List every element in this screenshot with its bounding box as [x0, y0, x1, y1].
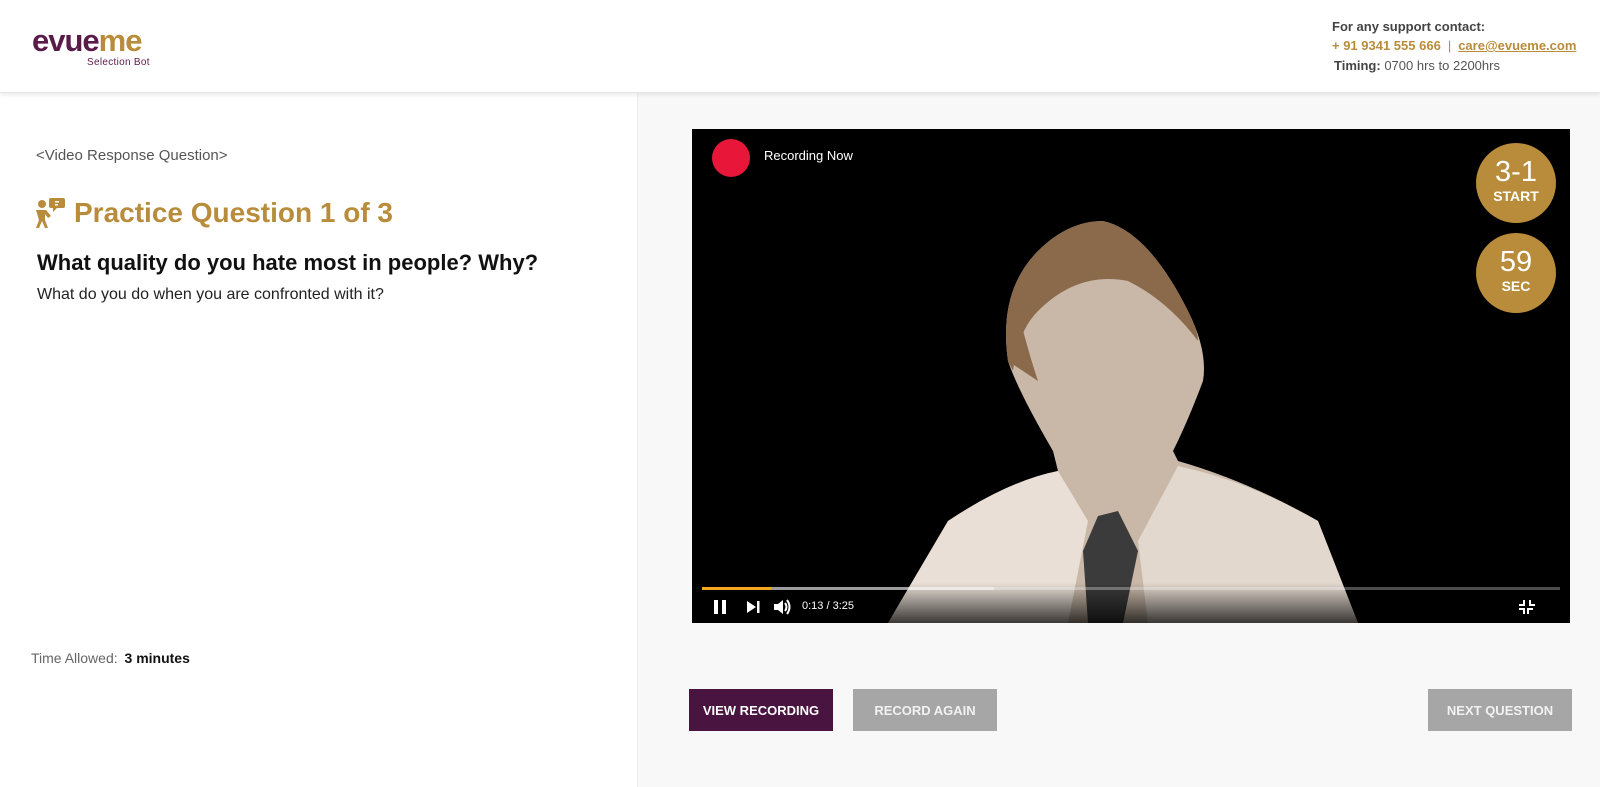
- start-countdown-label: START: [1493, 188, 1539, 204]
- video-player[interactable]: Recording Now 3-1 START 59 SEC 0:13 / 3:…: [692, 129, 1570, 623]
- support-contacts-line: + 91 9341 555 666 | care@evueme.com: [1332, 36, 1592, 56]
- video-panel: Recording Now 3-1 START 59 SEC 0:13 / 3:…: [638, 93, 1600, 787]
- question-type-label: <Video Response Question>: [36, 147, 228, 164]
- video-controls: 0:13 / 3:25: [692, 583, 1570, 623]
- played-progress: [702, 587, 771, 590]
- start-countdown-value: 3-1: [1495, 156, 1537, 188]
- record-again-button[interactable]: RECORD AGAIN: [853, 689, 997, 731]
- view-recording-button[interactable]: VIEW RECORDING: [689, 689, 833, 731]
- logo-part-1: ev: [32, 23, 65, 58]
- time-allowed: Time Allowed: 3 minutes: [31, 650, 190, 666]
- support-phone[interactable]: + 91 9341 555 666: [1332, 38, 1441, 53]
- video-progress-bar[interactable]: [702, 587, 1560, 590]
- support-separator: |: [1447, 38, 1452, 53]
- support-timing: Timing: 0700 hrs to 2200hrs: [1332, 56, 1592, 76]
- support-email-link[interactable]: care@evueme.com: [1458, 38, 1576, 53]
- question-text: What quality do you hate most in people?…: [37, 250, 539, 275]
- next-question-button[interactable]: NEXT QUESTION: [1428, 689, 1572, 731]
- candidate-video-frame: [888, 221, 1358, 623]
- header: evueme Selection Bot For any support con…: [0, 0, 1600, 93]
- support-title: For any support contact:: [1332, 19, 1486, 34]
- time-allowed-label: Time Allowed:: [31, 650, 118, 666]
- time-allowed-value: 3 minutes: [124, 650, 190, 666]
- recording-status: Recording Now: [764, 148, 853, 163]
- recording-indicator-icon: [712, 139, 750, 177]
- timing-label: Timing:: [1334, 58, 1381, 73]
- start-countdown-badge: 3-1 START: [1476, 143, 1556, 223]
- timing-value: 0700 hrs to 2200hrs: [1384, 58, 1500, 73]
- person-speaking-icon: [36, 198, 65, 228]
- question-panel: <Video Response Question> Practice Quest…: [0, 93, 638, 787]
- logo-part-3: me: [98, 23, 143, 58]
- seconds-timer-badge: 59 SEC: [1476, 233, 1556, 313]
- seconds-timer-value: 59: [1499, 246, 1533, 278]
- logo-wordmark: evueme: [32, 24, 156, 58]
- support-contact: For any support contact: + 91 9341 555 6…: [1332, 18, 1592, 76]
- volume-icon[interactable]: [772, 597, 792, 617]
- logo-part-2: ue: [64, 23, 99, 58]
- practice-heading: Practice Question 1 of 3: [31, 196, 393, 230]
- exit-fullscreen-icon[interactable]: [1516, 597, 1536, 617]
- question-subtext: What do you do when you are confronted w…: [37, 286, 384, 303]
- evueme-logo[interactable]: evueme Selection Bot: [32, 24, 156, 70]
- video-time-readout: 0:13 / 3:25: [802, 600, 854, 612]
- logo-tagline: Selection Bot: [87, 57, 150, 68]
- pause-icon[interactable]: [710, 597, 730, 617]
- next-track-icon[interactable]: [743, 597, 763, 617]
- seconds-timer-label: SEC: [1501, 278, 1531, 294]
- practice-question-title: Practice Question 1 of 3: [74, 197, 393, 228]
